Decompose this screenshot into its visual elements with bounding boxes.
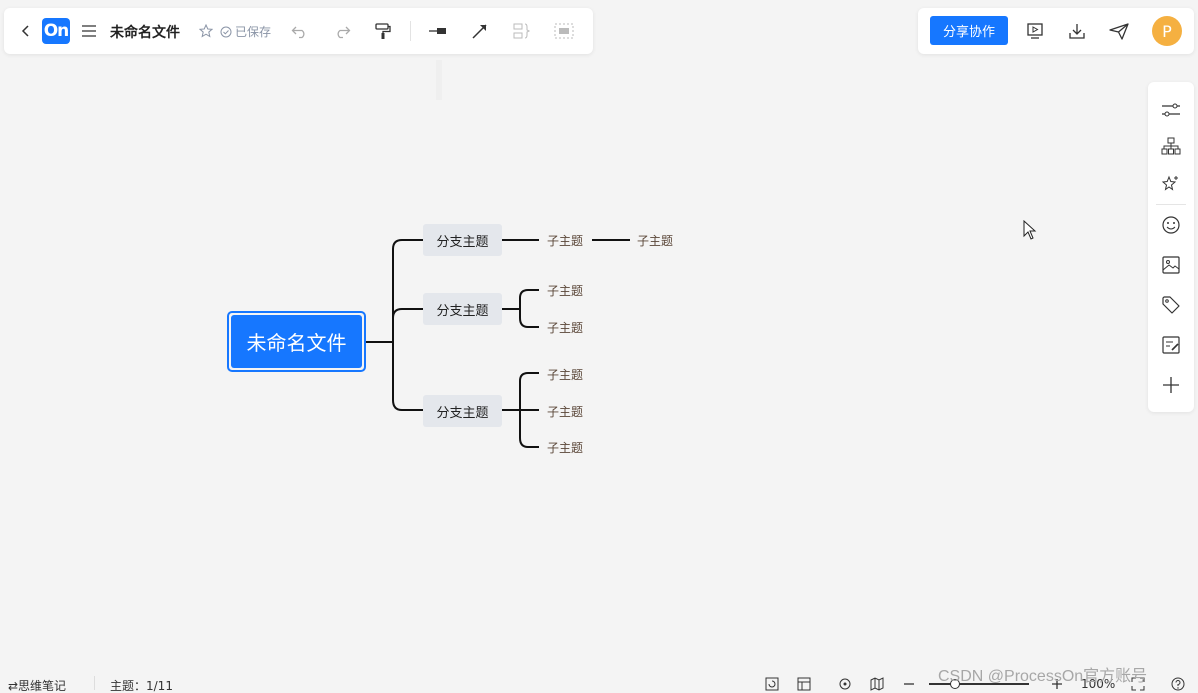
branch-topic[interactable]: 分支主题	[423, 224, 502, 256]
branch-topic[interactable]: 分支主题	[423, 293, 502, 325]
status-divider	[94, 676, 95, 690]
subtopic[interactable]: 子主题	[547, 439, 583, 456]
mindnote-toggle[interactable]: ⇄思维笔记	[8, 677, 66, 693]
layout-icon[interactable]	[796, 676, 812, 692]
subtopic[interactable]: 子主题	[547, 319, 583, 336]
map-icon[interactable]	[869, 676, 885, 692]
topic-counter: 主题：1/11	[110, 679, 173, 693]
root-topic-label: 未命名文件	[231, 315, 362, 368]
branch-topic[interactable]: 分支主题	[423, 395, 502, 427]
subtopic[interactable]: 子主题	[547, 366, 583, 383]
watermark: CSDN @ProcessOn官方账号	[938, 668, 1148, 685]
subtopic[interactable]: 子主题	[637, 232, 673, 249]
locate-icon[interactable]	[837, 676, 853, 692]
help-icon[interactable]	[1170, 676, 1186, 692]
subtopic[interactable]: 子主题	[547, 232, 583, 249]
root-topic[interactable]: 未命名文件	[227, 311, 366, 372]
subtopic[interactable]: 子主题	[547, 282, 583, 299]
mouse-cursor-icon	[1023, 219, 1037, 244]
fit-icon[interactable]	[764, 676, 780, 692]
mindmap-connectors	[364, 239, 630, 448]
zoom-out-icon[interactable]	[901, 676, 917, 692]
subtopic[interactable]: 子主题	[547, 403, 583, 420]
